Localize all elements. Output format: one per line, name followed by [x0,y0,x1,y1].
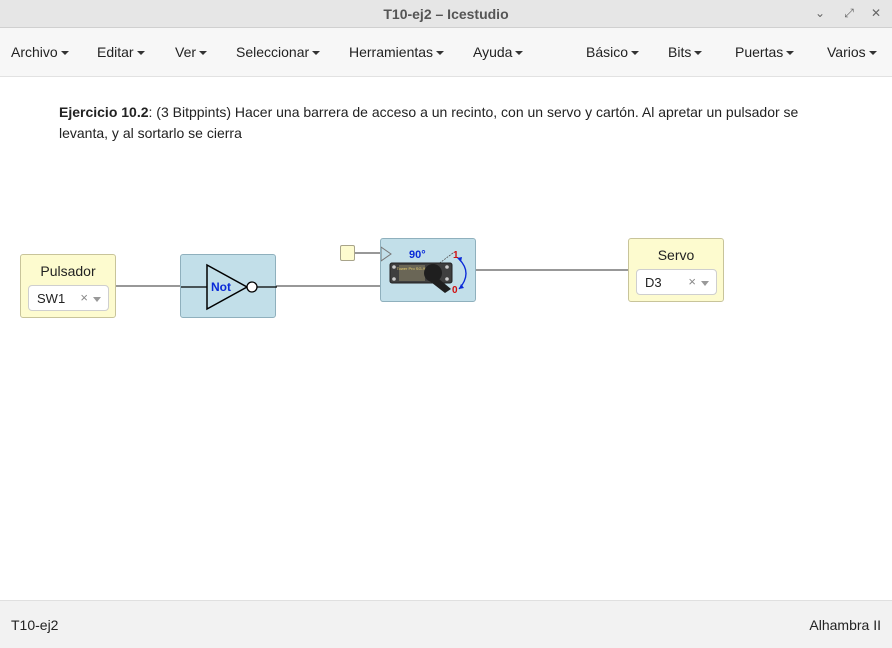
servo-block[interactable]: Servo D3 × [628,238,724,302]
board-name[interactable]: Alhambra II [809,617,881,633]
servo-top-value: 1 [453,250,459,261]
not-gate-block[interactable]: Not [180,254,277,318]
servo-chip-text: Tower Pro SG-90 [397,266,428,271]
clear-icon[interactable]: × [80,290,88,305]
clear-icon[interactable]: × [688,274,696,289]
servo-icon: 90° 1 0 Tower Pro SG-90 [381,246,467,296]
pulsador-block[interactable]: Pulsador SW1 × [20,254,116,318]
not-gate-icon: Not [181,263,277,311]
chevron-down-icon[interactable] [93,297,101,302]
servo-bottom-value: 0 [452,285,458,296]
servo-label: Servo [657,247,695,263]
servo-pin-value: D3 [645,275,662,290]
status-bar: T10-ej2 Alhambra II [0,600,892,648]
pulsador-label: Pulsador [40,263,96,279]
wires [116,252,629,287]
servo-module-block[interactable]: 90° 1 0 Tower Pro SG-90 [380,238,476,302]
servo-pin-select[interactable]: D3 × [636,269,717,295]
pulsador-pin-select[interactable]: SW1 × [28,285,109,311]
chevron-down-icon[interactable] [701,281,709,286]
not-gate-label: Not [211,280,231,294]
servo-angle-label: 90° [409,249,426,261]
project-name: T10-ej2 [11,617,59,633]
pulsador-pin-value: SW1 [37,291,66,306]
input-pin[interactable] [340,245,355,261]
